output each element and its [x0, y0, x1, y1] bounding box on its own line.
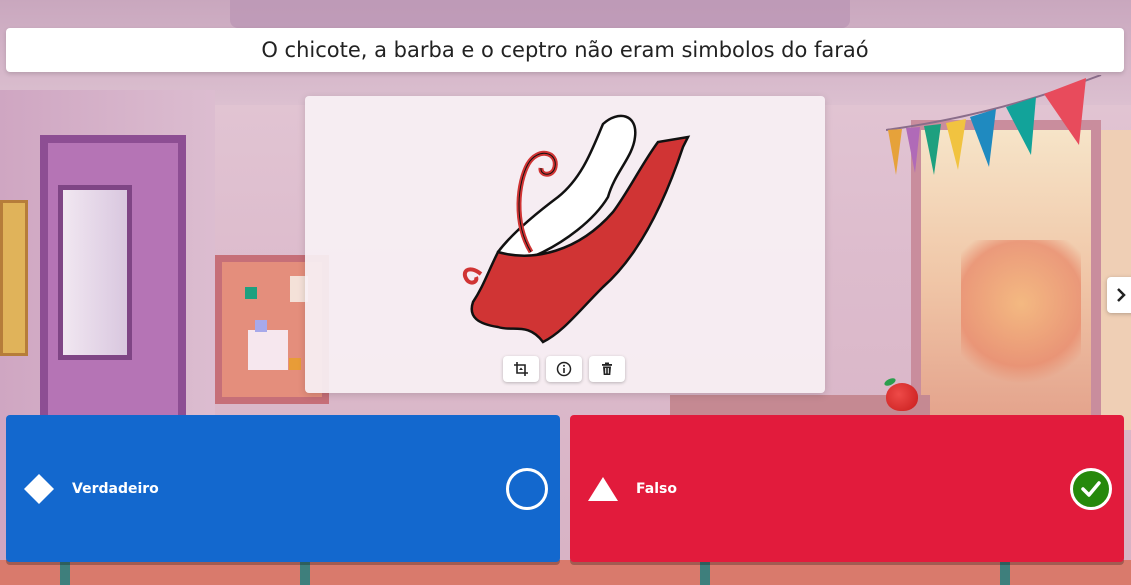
answer-option-true[interactable]: Verdadeiro: [6, 415, 560, 562]
next-button[interactable]: [1107, 277, 1131, 313]
triangle-icon: [588, 476, 618, 501]
image-tools: [503, 356, 625, 382]
trash-icon: [602, 362, 612, 375]
diamond-icon: [24, 473, 54, 504]
bunting-flags: [886, 75, 1102, 175]
info-button[interactable]: [546, 356, 582, 382]
question-image-card: [305, 96, 825, 393]
red-white-crown-icon: [462, 114, 691, 344]
question-bar: O chicote, a barba e o ceptro não eram s…: [6, 28, 1124, 72]
chevron-right-icon: [1117, 288, 1126, 302]
answer-option-false[interactable]: Falso: [570, 415, 1124, 562]
answer-label-true: Verdadeiro: [72, 480, 159, 497]
apple: [886, 383, 918, 411]
crop-button[interactable]: [503, 356, 539, 382]
info-icon: [556, 361, 572, 377]
answer-label-false: Falso: [636, 480, 677, 497]
correct-check-icon[interactable]: [1070, 467, 1112, 510]
delete-button[interactable]: [589, 356, 625, 382]
unselected-circle-icon[interactable]: [506, 467, 548, 510]
crop-icon: [514, 362, 528, 376]
question-text: O chicote, a barba e o ceptro não eram s…: [261, 38, 869, 62]
